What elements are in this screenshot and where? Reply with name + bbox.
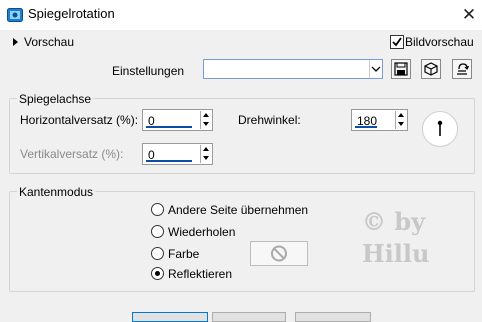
help-button[interactable] (295, 312, 371, 322)
arrow-down-icon (203, 122, 209, 126)
vertical-offset-input[interactable]: 0 (142, 143, 213, 165)
dial-needle-icon (437, 120, 443, 136)
no-color-icon (271, 245, 287, 262)
bildvorschau-checkbox[interactable] (390, 35, 404, 49)
arrow-down-icon (203, 156, 209, 160)
bildvorschau-label[interactable]: Bildvorschau (405, 35, 474, 49)
rotation-angle-label: Drehwinkel: (238, 113, 301, 127)
randomize-button[interactable] (421, 59, 441, 79)
radio-wiederholen[interactable] (151, 225, 164, 238)
horizontal-offset-stepper[interactable] (200, 111, 211, 129)
cube-icon (424, 62, 438, 76)
rotation-angle-input[interactable]: 180 (351, 109, 408, 131)
radio-farbe-label[interactable]: Farbe (168, 247, 199, 261)
rotation-dial[interactable] (422, 111, 458, 147)
presets-label: Einstellungen (112, 64, 185, 78)
checkmark-icon (392, 37, 402, 47)
watermark-line1: © by (362, 207, 426, 236)
vertical-offset-label: Vertikalversatz (%): (20, 147, 124, 161)
value-underline (146, 126, 192, 128)
radio-farbe[interactable] (151, 247, 164, 260)
kantenmodus-title: Kantenmodus (17, 185, 96, 199)
radio-wiederholen-label[interactable]: Wiederholen (168, 225, 235, 239)
arrow-down-icon (398, 122, 404, 126)
radio-reflektieren-label[interactable]: Reflektieren (168, 267, 232, 281)
reset-icon (457, 63, 470, 75)
radio-selected-dot (155, 271, 160, 276)
cancel-button[interactable] (212, 312, 286, 322)
close-button[interactable]: ✕ (456, 0, 482, 30)
vertical-offset-stepper[interactable] (200, 145, 211, 163)
app-icon (7, 7, 23, 23)
radio-andere-seite[interactable] (151, 203, 164, 216)
arrow-up-icon (203, 113, 209, 117)
radio-reflektieren[interactable] (151, 267, 164, 280)
horizontal-offset-label: Horizontalversatz (%): (20, 113, 139, 127)
preview-toggle-label[interactable]: Vorschau (24, 35, 74, 49)
expand-arrow-icon[interactable] (13, 38, 18, 46)
reset-button[interactable] (452, 59, 472, 79)
value-underline (146, 160, 192, 162)
rotation-angle-stepper[interactable] (395, 111, 406, 129)
watermark-line2: Hillu (362, 239, 430, 268)
ok-button[interactable] (132, 312, 208, 322)
radio-andere-seite-label[interactable]: Andere Seite übernehmen (168, 203, 308, 217)
horizontal-offset-input[interactable]: 0 (142, 109, 213, 131)
save-preset-button[interactable] (391, 59, 411, 79)
arrow-up-icon (398, 113, 404, 117)
color-swatch[interactable] (250, 241, 308, 266)
window-title: Spiegelrotation (28, 6, 115, 21)
arrow-up-icon (203, 147, 209, 151)
spiegelachse-title: Spiegelachse (17, 92, 94, 106)
presets-dropdown[interactable] (203, 59, 383, 79)
save-icon (394, 62, 408, 76)
value-underline (355, 126, 377, 128)
dropdown-arrow-icon[interactable] (369, 60, 382, 78)
